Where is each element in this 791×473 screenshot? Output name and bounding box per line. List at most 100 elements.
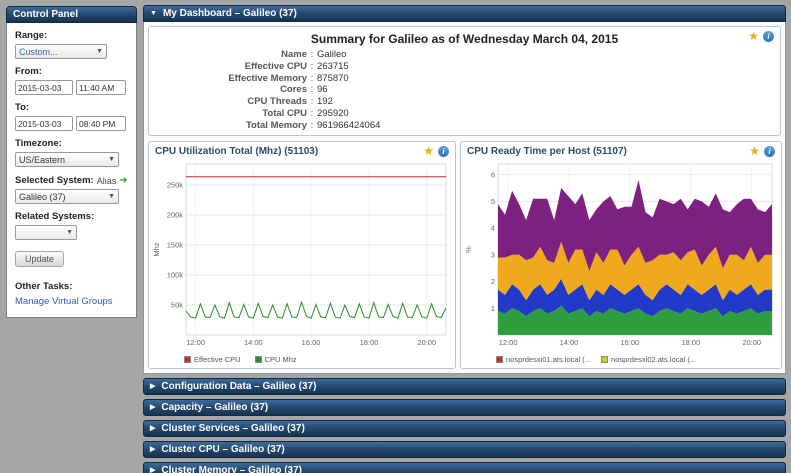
panel-header-configuration-data[interactable]: ▶ Configuration Data – Galileo (37) <box>143 378 786 395</box>
panel-header-cluster-cpu[interactable]: ▶ Cluster CPU – Galileo (37) <box>143 441 786 458</box>
info-icon[interactable]: i <box>764 145 775 157</box>
chart-title: CPU Utilization Total (Mhz) (51103) <box>155 146 319 157</box>
control-panel: Control Panel Range: Custom... ▼ From: T… <box>6 6 137 318</box>
expand-arrow-icon: ▼ <box>150 10 157 17</box>
info-icon[interactable]: i <box>438 145 449 157</box>
manage-virtual-groups-link[interactable]: Manage Virtual Groups <box>15 296 128 307</box>
range-label: Range: <box>15 30 48 41</box>
favorite-star-icon[interactable]: ★ <box>749 145 760 157</box>
svg-text:4: 4 <box>491 224 495 233</box>
summary-colon: : <box>310 72 314 84</box>
update-button[interactable]: Update <box>15 251 65 267</box>
summary-row: Cores:96 <box>149 84 780 96</box>
alias-link[interactable]: Alias <box>97 176 117 186</box>
panel-title: My Dashboard – Galileo (37) <box>162 8 297 19</box>
summary-row: Effective CPU:263715 <box>149 61 780 73</box>
dashboard-body: Summary for Galileo as of Wednesday Marc… <box>143 22 786 374</box>
control-panel-header: Control Panel <box>6 6 137 23</box>
svg-text:5: 5 <box>491 197 495 206</box>
svg-text:18:00: 18:00 <box>360 338 379 347</box>
chevron-down-icon: ▼ <box>108 193 115 200</box>
summary-title: Summary for Galileo as of Wednesday Marc… <box>310 32 619 46</box>
chart-legend: Effective CPU CPU Mhz <box>184 355 452 364</box>
legend-swatch <box>184 356 191 363</box>
svg-text:100k: 100k <box>167 271 184 280</box>
panel-title: Cluster Memory – Galileo (37) <box>161 465 302 473</box>
summary-label: Total Memory <box>245 119 307 131</box>
summary-row: Name: Galileo <box>149 49 780 61</box>
timezone-select-value: US/Eastern <box>19 154 66 165</box>
summary-colon: : <box>310 107 314 119</box>
legend-swatch <box>601 356 609 363</box>
summary-label: Total CPU <box>262 107 307 119</box>
svg-text:200k: 200k <box>167 211 184 220</box>
summary-label: CPU Threads <box>247 96 307 108</box>
svg-text:%: % <box>464 246 473 253</box>
other-tasks-label: Other Tasks: <box>15 281 73 292</box>
to-date-input[interactable] <box>15 116 73 131</box>
control-panel-title: Control Panel <box>13 9 79 20</box>
to-label: To: <box>15 102 30 113</box>
svg-text:Mhz: Mhz <box>152 242 161 256</box>
legend-label: nosprdesxi01.ats.local (... <box>506 355 592 364</box>
summary-row: Effective Memory:875870 <box>149 73 780 85</box>
panel-title: Capacity – Galileo (37) <box>161 402 269 413</box>
summary-row: CPU Threads:192 <box>149 96 780 108</box>
svg-text:12:00: 12:00 <box>499 338 518 347</box>
svg-text:50k: 50k <box>171 301 183 310</box>
chart-cpu-utilization: CPU Utilization Total (Mhz) (51103) ★ i … <box>148 141 456 369</box>
legend-swatch <box>496 356 503 363</box>
summary-colon: : <box>310 96 314 108</box>
chart-title: CPU Ready Time per Host (51107) <box>467 146 627 157</box>
svg-text:150k: 150k <box>167 241 184 250</box>
alias-arrow-icon: ➜ <box>119 174 128 186</box>
svg-text:12:00: 12:00 <box>186 338 205 347</box>
cpu-ready-time-plot: 12:00 14:00 16:00 18:00 20:00 1 2 3 4 5 6% <box>464 163 773 347</box>
summary-colon: : <box>310 49 314 60</box>
info-icon[interactable]: i <box>763 30 774 42</box>
from-date-input[interactable] <box>15 80 73 95</box>
svg-text:16:00: 16:00 <box>302 338 321 347</box>
range-select[interactable]: Custom... ▼ <box>15 44 107 59</box>
svg-text:18:00: 18:00 <box>682 338 701 347</box>
chart-cpu-ready-time: CPU Ready Time per Host (51107) ★ i 12:0… <box>460 141 782 369</box>
chart-legend: nosprdesxi01.ats.local (... nosprdesxi02… <box>496 355 778 364</box>
main-column: ▼ My Dashboard – Galileo (37) Summary fo… <box>143 5 786 473</box>
svg-text:6: 6 <box>491 170 495 179</box>
collapse-arrow-icon: ▶ <box>150 404 156 411</box>
selected-system-label: Selected System: <box>15 175 94 186</box>
favorite-star-icon[interactable]: ★ <box>423 145 434 157</box>
summary-value: 875870 <box>317 72 349 84</box>
legend-item: CPU Mhz <box>254 355 297 364</box>
chevron-down-icon: ▼ <box>66 229 73 236</box>
panel-header-my-dashboard[interactable]: ▼ My Dashboard – Galileo (37) <box>143 5 786 22</box>
timezone-select[interactable]: US/Eastern ▼ <box>15 152 119 167</box>
summary-rows: Name: Galileo Effective CPU:263715 Effect… <box>149 49 780 132</box>
panel-header-capacity[interactable]: ▶ Capacity – Galileo (37) <box>143 399 786 416</box>
selected-system-value: Galileo (37) <box>19 191 66 202</box>
panel-title: Cluster CPU – Galileo (37) <box>161 444 285 455</box>
summary-label: Effective CPU <box>244 60 307 72</box>
svg-text:14:00: 14:00 <box>560 338 579 347</box>
related-systems-select[interactable]: ▼ <box>15 225 77 240</box>
summary-value: 961966424064 <box>317 119 381 131</box>
panel-header-cluster-services[interactable]: ▶ Cluster Services – Galileo (37) <box>143 420 786 437</box>
collapse-arrow-icon: ▶ <box>150 446 156 453</box>
legend-item: Effective CPU <box>184 355 241 364</box>
range-select-value: Custom... <box>19 46 58 57</box>
to-time-input[interactable] <box>76 116 126 131</box>
svg-text:250k: 250k <box>167 181 184 190</box>
panel-header-cluster-memory[interactable]: ▶ Cluster Memory – Galileo (37) <box>143 462 786 473</box>
summary-row: Total CPU:295920 <box>149 108 780 120</box>
control-panel-body: Range: Custom... ▼ From: To: Timezone: U… <box>6 23 137 318</box>
svg-text:20:00: 20:00 <box>742 338 761 347</box>
panel-title: Configuration Data – Galileo (37) <box>161 381 317 392</box>
from-time-input[interactable] <box>76 80 126 95</box>
selected-system-select[interactable]: Galileo (37) ▼ <box>15 189 119 204</box>
favorite-star-icon[interactable]: ★ <box>748 30 759 42</box>
summary-label: Cores <box>280 84 307 96</box>
legend-item: nosprdesxi02.ats.local (... <box>601 355 696 364</box>
legend-label: Effective CPU <box>194 355 241 364</box>
collapse-arrow-icon: ▶ <box>150 383 156 390</box>
legend-swatch <box>254 356 262 363</box>
